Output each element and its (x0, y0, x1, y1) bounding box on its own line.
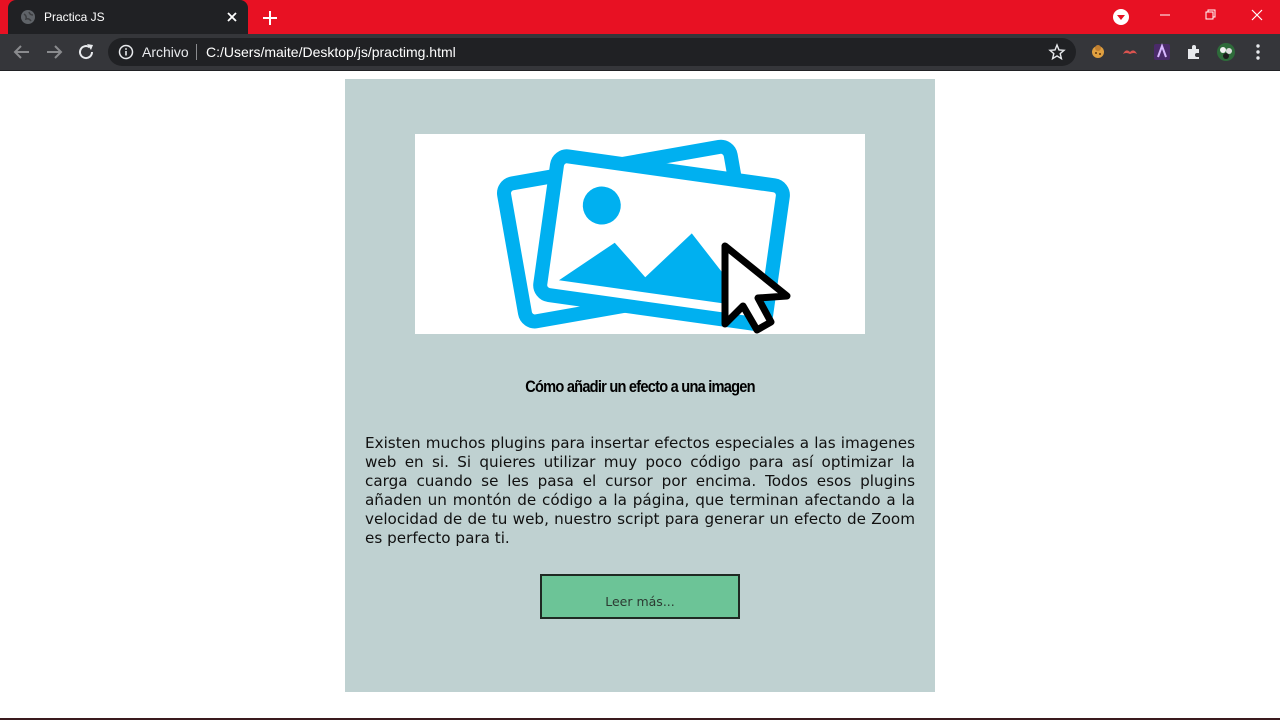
forward-icon[interactable] (42, 40, 66, 64)
address-separator (196, 44, 197, 60)
browser-tab[interactable]: Practica JS (8, 0, 248, 34)
menu-icon[interactable] (1248, 42, 1268, 62)
hero-image (415, 134, 865, 334)
mustache-extension-icon[interactable] (1120, 42, 1140, 62)
tab-title: Practica JS (44, 10, 105, 24)
page-heading: Cómo añadir un efecto a una imagen (525, 377, 755, 396)
toolbar-divider (0, 70, 1280, 71)
avatar-icon[interactable] (1216, 42, 1236, 62)
minimize-icon[interactable] (1142, 0, 1188, 32)
close-icon[interactable] (224, 9, 240, 25)
globe-icon (20, 9, 36, 25)
reload-icon[interactable] (74, 40, 98, 64)
browser-toolbar: Archivo C:/Users/maite/Desktop/js/practi… (0, 34, 1280, 70)
tab-strip: Practica JS (0, 0, 1280, 34)
url-text[interactable]: C:/Users/maite/Desktop/js/practimg.html (206, 44, 456, 60)
dark-extension-icon[interactable] (1152, 42, 1172, 62)
content-card: Cómo añadir un efecto a una imagen Exist… (345, 79, 935, 692)
back-icon[interactable] (10, 40, 34, 64)
info-icon[interactable] (118, 44, 134, 60)
close-window-icon[interactable] (1234, 0, 1280, 32)
restore-icon[interactable] (1188, 0, 1234, 32)
plus-icon[interactable] (260, 8, 280, 28)
puzzle-icon[interactable] (1184, 42, 1204, 62)
address-bar[interactable]: Archivo C:/Users/maite/Desktop/js/practi… (108, 38, 1076, 66)
intro-paragraph: Existen muchos plugins para insertar efe… (365, 434, 915, 547)
cookie-extension-icon[interactable] (1088, 42, 1108, 62)
profile-icon[interactable] (1112, 8, 1130, 26)
security-chip[interactable]: Archivo (142, 44, 189, 60)
read-more-button[interactable]: Leer más... (540, 574, 740, 619)
star-icon[interactable] (1048, 43, 1066, 61)
image-with-cursor-icon (497, 139, 791, 334)
